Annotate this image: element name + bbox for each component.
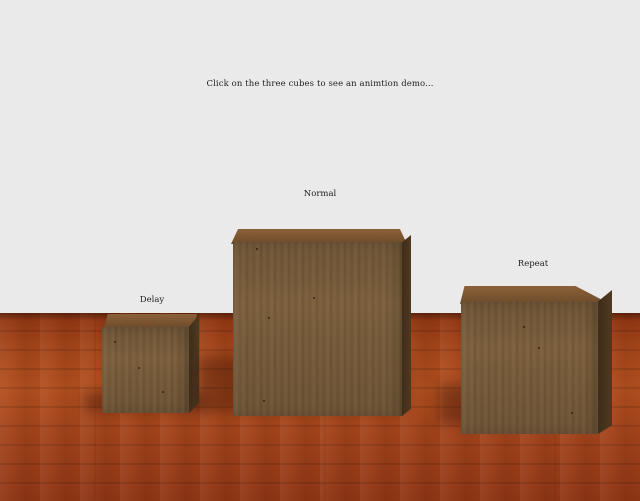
wood-knot — [162, 391, 164, 393]
wood-knot — [263, 400, 265, 402]
wood-knot — [571, 412, 573, 414]
wood-knot — [538, 347, 540, 349]
delay-cube[interactable] — [84, 312, 204, 416]
repeat-cube[interactable] — [438, 284, 616, 436]
cube-front-face — [461, 302, 598, 434]
wood-knot — [313, 297, 315, 299]
cube-front-face — [102, 327, 189, 413]
cube-front-face — [233, 242, 403, 416]
wood-knot — [114, 341, 116, 343]
wood-knot — [256, 248, 258, 250]
cube-top-face — [104, 314, 197, 328]
wood-knot — [523, 326, 525, 328]
wood-knot — [138, 367, 140, 369]
cube-label-delay: Delay — [139, 295, 165, 305]
cube-side-face — [402, 235, 411, 416]
instruction-text: Click on the three cubes to see an animt… — [206, 79, 434, 89]
animation-demo-scene: Click on the three cubes to see an animt… — [0, 0, 640, 501]
wood-knot — [268, 317, 270, 319]
normal-cube[interactable] — [198, 227, 413, 419]
cube-label-repeat: Repeat — [517, 259, 549, 269]
cube-side-face — [598, 290, 612, 434]
cube-label-normal: Normal — [303, 189, 337, 199]
